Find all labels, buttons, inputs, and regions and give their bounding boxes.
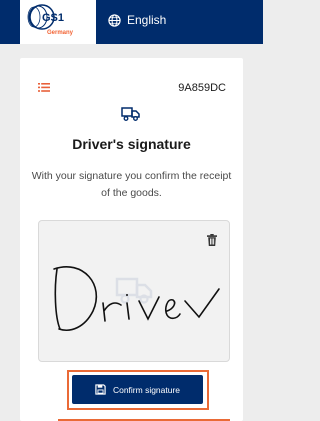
confirm-highlight: Confirm signature — [67, 370, 209, 410]
signature-pad[interactable] — [38, 220, 230, 362]
language-selector[interactable]: English — [108, 13, 166, 27]
gs1-germany-logo[interactable]: GS1 Germany — [20, 0, 96, 44]
page-subtitle: With your signature you confirm the rece… — [31, 170, 232, 199]
gs1-logo-mark: GS1 — [27, 4, 64, 30]
signature-card: 9A859DC Driver's signature With your sig… — [20, 58, 243, 421]
confirm-signature-button[interactable]: Confirm signature — [72, 375, 203, 404]
delivery-truck-icon — [121, 107, 140, 121]
top-bar: GS1 Germany English — [0, 0, 263, 44]
list-icon[interactable] — [38, 83, 50, 92]
save-icon — [95, 384, 106, 395]
globe-icon — [108, 13, 121, 27]
logo-subtext: Germany — [47, 30, 74, 36]
document-code: 9A859DC — [178, 82, 226, 94]
signature-drawing — [53, 266, 220, 331]
confirm-signature-label: Confirm signature — [112, 384, 181, 395]
language-label: English — [127, 13, 167, 27]
page-title: Driver's signature — [72, 136, 191, 152]
logo-text: GS1 — [42, 12, 64, 24]
